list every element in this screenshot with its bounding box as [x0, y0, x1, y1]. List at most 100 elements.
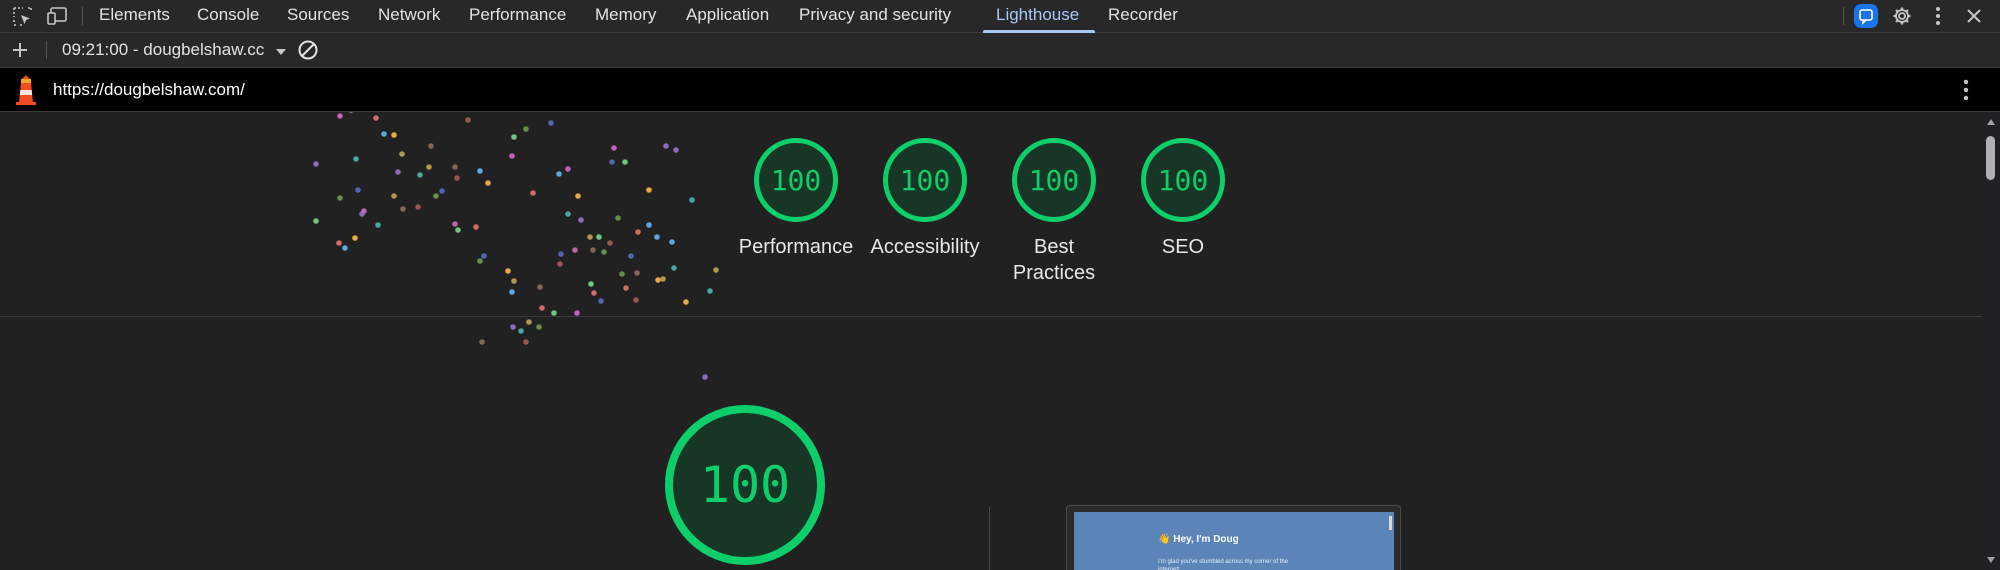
confetti-dot — [707, 288, 713, 294]
gauge-score: 100 — [899, 163, 951, 197]
screenshot-title: 👋 Hey, I'm Doug — [1158, 534, 1239, 545]
tab-performance[interactable]: Performance — [469, 0, 566, 32]
confetti-dot — [539, 305, 545, 311]
confetti-dot — [557, 261, 563, 267]
tab-recorder[interactable]: Recorder — [1108, 0, 1178, 32]
inspect-element-icon[interactable] — [8, 0, 36, 32]
score-gauge-accessibility[interactable]: 100 Accessibility — [860, 138, 990, 260]
confetti-dot — [523, 126, 529, 132]
confetti-dot — [609, 159, 615, 165]
confetti-dot — [683, 299, 689, 305]
confetti-dot — [572, 247, 578, 253]
gauge-ring: 100 — [754, 138, 838, 222]
confetti-dot — [485, 180, 491, 186]
confetti-dot — [615, 215, 621, 221]
tab-sources[interactable]: Sources — [287, 0, 349, 32]
confetti-dot — [313, 218, 319, 224]
confetti-dot — [548, 120, 554, 126]
tab-network[interactable]: Network — [378, 0, 440, 32]
chevron-down-icon — [275, 34, 287, 68]
confetti-dot — [551, 310, 557, 316]
scroll-down-icon[interactable] — [1986, 556, 1996, 564]
tab-application[interactable]: Application — [686, 0, 769, 32]
confetti-dot — [400, 206, 406, 212]
confetti-dot — [353, 156, 359, 162]
confetti-dot — [607, 240, 613, 246]
score-gauge-performance[interactable]: 100 Performance — [731, 138, 861, 260]
kebab-menu-icon[interactable] — [1952, 74, 1980, 106]
confetti-dot — [373, 115, 379, 121]
score-gauge-seo[interactable]: 100 SEO — [1118, 138, 1248, 260]
confetti-dot — [454, 175, 460, 181]
scroll-up-icon[interactable] — [1986, 118, 1996, 126]
screenshot-text: I'm glad you've stumbled across my corne… — [1158, 559, 1289, 570]
report-url[interactable]: https://dougbelshaw.com/ — [53, 68, 245, 111]
confetti-dot — [523, 339, 529, 345]
confetti-dot — [349, 112, 353, 113]
confetti-dot — [355, 187, 361, 193]
plus-icon[interactable] — [6, 34, 34, 66]
confetti-dot — [479, 339, 485, 345]
confetti-dot — [654, 234, 660, 240]
close-icon[interactable] — [1960, 0, 1988, 32]
report-selector-label: 09:21:00 - dougbelshaw.cc — [62, 40, 265, 59]
performance-score-gauge-large: 100 — [665, 405, 825, 565]
confetti-dot — [537, 284, 543, 290]
confetti-dot — [505, 268, 511, 274]
scroll-thumb[interactable] — [1986, 136, 1995, 180]
confetti-dot — [634, 270, 640, 276]
clear-icon[interactable] — [294, 34, 322, 66]
section-divider — [0, 316, 1982, 317]
confetti-dot — [511, 134, 517, 140]
confetti-dot — [417, 172, 423, 178]
confetti-dot — [578, 217, 584, 223]
more-options-icon[interactable] — [1924, 0, 1952, 32]
confetti-dot — [415, 204, 421, 210]
toolbar-separator — [46, 41, 47, 59]
confetti-dot — [565, 211, 571, 217]
confetti-dot — [465, 117, 471, 123]
confetti-dot — [587, 234, 593, 240]
confetti-dot — [702, 374, 708, 380]
confetti-dot — [574, 310, 580, 316]
page-screenshot-thumbnail[interactable]: 👋 Hey, I'm Doug I'm glad you've stumbled… — [1066, 505, 1401, 570]
confetti-dot — [671, 265, 677, 271]
confetti-dot — [663, 143, 669, 149]
confetti-dot — [558, 251, 564, 257]
settings-gear-icon[interactable] — [1888, 0, 1916, 32]
confetti-dot — [477, 168, 483, 174]
tab-console[interactable]: Console — [197, 0, 259, 32]
score-gauge-best-practices[interactable]: 100 Best Practices — [989, 138, 1119, 286]
confetti-dot — [455, 227, 461, 233]
confetti-dot — [473, 224, 479, 230]
confetti-dot — [511, 278, 517, 284]
lighthouse-toolbar: 09:21:00 - dougbelshaw.cc — [0, 33, 2000, 68]
confetti-dot — [526, 319, 532, 325]
tab-lighthouse[interactable]: Lighthouse — [996, 0, 1079, 32]
report-scrollbar[interactable] — [1982, 112, 2000, 570]
confetti-dot — [509, 289, 515, 295]
tab-elements[interactable]: Elements — [99, 0, 170, 32]
report-url-bar: https://dougbelshaw.com/ — [0, 68, 2000, 112]
device-toolbar-icon[interactable] — [44, 0, 72, 32]
confetti-dot — [622, 159, 628, 165]
confetti-dot — [399, 151, 405, 157]
confetti-dot — [352, 235, 358, 241]
confetti-dot — [646, 187, 652, 193]
gauge-ring: 100 — [1141, 138, 1225, 222]
confetti-dot — [689, 197, 695, 203]
ai-assistance-icon[interactable] — [1852, 0, 1880, 32]
confetti-dot — [588, 281, 594, 287]
confetti-dot — [601, 249, 607, 255]
confetti-dot — [623, 285, 629, 291]
confetti-dot — [646, 222, 652, 228]
confetti-dot — [635, 229, 641, 235]
tab-memory[interactable]: Memory — [595, 0, 656, 32]
confetti-dot — [509, 153, 515, 159]
confetti-dot — [313, 161, 319, 167]
gauge-score: 100 — [770, 163, 822, 197]
confetti-dot — [391, 132, 397, 138]
confetti-dot — [565, 166, 571, 172]
tab-privacy-and-security[interactable]: Privacy and security — [799, 0, 951, 32]
report-selector[interactable]: 09:21:00 - dougbelshaw.cc — [62, 33, 287, 67]
